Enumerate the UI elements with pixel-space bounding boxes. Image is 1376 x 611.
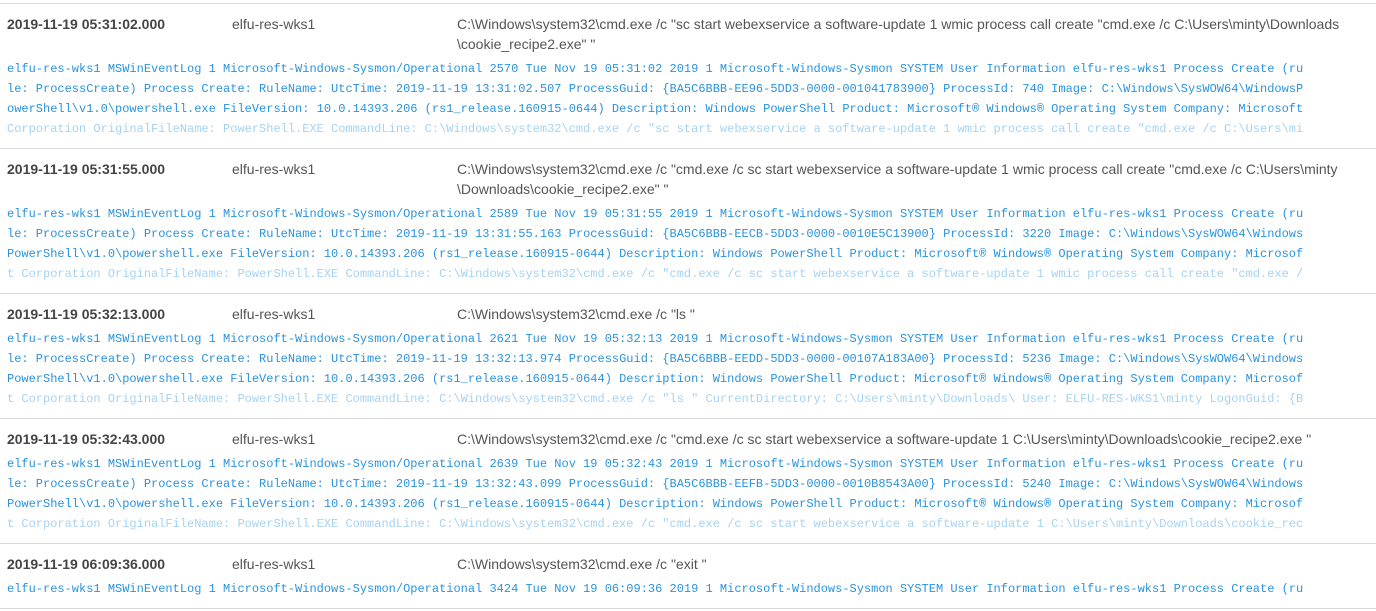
raw-detail-line: t Corporation OriginalFileName: PowerShe… — [7, 392, 1304, 406]
raw-detail-line: elfu-res-wks1 MSWinEventLog 1 Microsoft-… — [7, 62, 1304, 76]
raw-detail-line: le: ProcessCreate) Process Create: RuleN… — [7, 477, 1304, 491]
raw-detail-line: t Corporation OriginalFileName: PowerShe… — [7, 267, 1304, 281]
event-raw-detail[interactable]: elfu-res-wks1 MSWinEventLog 1 Microsoft-… — [0, 329, 1376, 409]
raw-detail-line: le: ProcessCreate) Process Create: RuleN… — [7, 227, 1304, 241]
event-host: elfu-res-wks1 — [232, 556, 316, 572]
event-time: 2019-11-19 06:09:36.000 — [7, 556, 166, 572]
event-header: 2019-11-19 05:31:02.000 elfu-res-wks1 C:\W… — [0, 14, 1376, 54]
event-time: 2019-11-19 05:31:02.000 — [7, 16, 166, 32]
raw-detail-line: PowerShell\v1.0\powershell.exe FileVersi… — [7, 497, 1304, 511]
event-host: elfu-res-wks1 — [232, 431, 316, 447]
event-row[interactable]: 2019-11-19 05:31:02.000 elfu-res-wks1 C:\W… — [0, 4, 1376, 149]
event-host: elfu-res-wks1 — [232, 306, 316, 322]
raw-detail-line: elfu-res-wks1 MSWinEventLog 1 Microsoft-… — [7, 582, 1304, 596]
event-row[interactable]: 2019-11-19 06:09:36.000 elfu-res-wks1 C:\W… — [0, 544, 1376, 609]
event-host: elfu-res-wks1 — [232, 161, 316, 177]
event-list: 2019-11-19 05:31:02.000 elfu-res-wks1 C:\W… — [0, 4, 1376, 609]
raw-detail-line: le: ProcessCreate) Process Create: RuleN… — [7, 82, 1304, 96]
event-time: 2019-11-19 05:32:13.000 — [7, 306, 166, 322]
event-command: C:\Windows\system32\cmd.exe /c "cmd.exe … — [457, 431, 1312, 447]
event-time: 2019-11-19 05:32:43.000 — [7, 431, 166, 447]
event-host: elfu-res-wks1 — [232, 16, 316, 32]
event-command: C:\Windows\system32\cmd.exe /c "exit " — [457, 556, 707, 572]
event-header: 2019-11-19 05:32:43.000 elfu-res-wks1 C:\W… — [0, 429, 1376, 449]
raw-detail-line: elfu-res-wks1 MSWinEventLog 1 Microsoft-… — [7, 207, 1304, 221]
event-row[interactable]: 2019-11-19 05:32:43.000 elfu-res-wks1 C:\W… — [0, 419, 1376, 544]
event-header: 2019-11-19 05:32:13.000 elfu-res-wks1 C:\W… — [0, 304, 1376, 324]
raw-detail-line: PowerShell\v1.0\powershell.exe FileVersi… — [7, 372, 1304, 386]
event-command: C:\Windows\system32\cmd.exe /c "ls " — [457, 306, 695, 322]
event-raw-detail[interactable]: elfu-res-wks1 MSWinEventLog 1 Microsoft-… — [0, 204, 1376, 284]
event-command: C:\Windows\system32\cmd.exe /c "cmd.exe … — [457, 161, 1338, 197]
event-time: 2019-11-19 05:31:55.000 — [7, 161, 166, 177]
event-row[interactable]: 2019-11-19 05:32:13.000 elfu-res-wks1 C:\W… — [0, 294, 1376, 419]
raw-detail-line: elfu-res-wks1 MSWinEventLog 1 Microsoft-… — [7, 332, 1304, 346]
event-raw-detail[interactable]: elfu-res-wks1 MSWinEventLog 1 Microsoft-… — [0, 454, 1376, 534]
raw-detail-line: PowerShell\v1.0\powershell.exe FileVersi… — [7, 247, 1304, 261]
event-row[interactable]: 2019-11-19 05:31:55.000 elfu-res-wks1 C:\W… — [0, 149, 1376, 294]
raw-detail-line: Corporation OriginalFileName: PowerShell… — [7, 122, 1304, 136]
event-raw-detail[interactable]: elfu-res-wks1 MSWinEventLog 1 Microsoft-… — [0, 59, 1376, 139]
raw-detail-line: t Corporation OriginalFileName: PowerShe… — [7, 517, 1304, 531]
raw-detail-line: elfu-res-wks1 MSWinEventLog 1 Microsoft-… — [7, 457, 1304, 471]
event-header: 2019-11-19 06:09:36.000 elfu-res-wks1 C:\W… — [0, 554, 1376, 574]
event-raw-detail[interactable]: elfu-res-wks1 MSWinEventLog 1 Microsoft-… — [0, 579, 1376, 599]
raw-detail-line: le: ProcessCreate) Process Create: RuleN… — [7, 352, 1304, 366]
event-command: C:\Windows\system32\cmd.exe /c "sc start… — [457, 16, 1340, 52]
event-header: 2019-11-19 05:31:55.000 elfu-res-wks1 C:\W… — [0, 159, 1376, 199]
raw-detail-line: owerShell\v1.0\powershell.exe FileVersio… — [7, 102, 1304, 116]
